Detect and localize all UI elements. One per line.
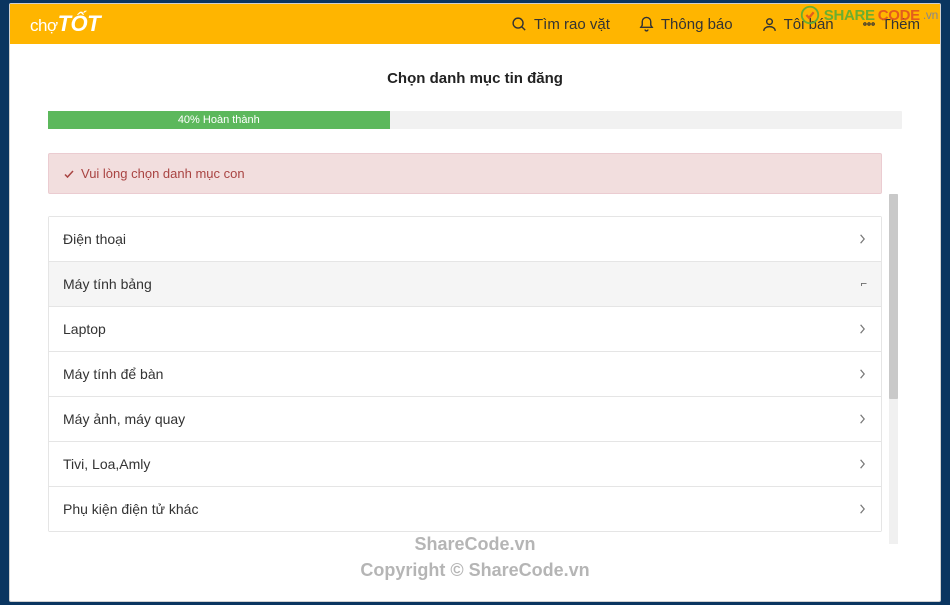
- category-row[interactable]: Điện thoại: [49, 217, 881, 262]
- nav-search[interactable]: Tìm rao vặt: [511, 16, 610, 33]
- app-window: chợTỐT Tìm rao vặt Thông báo Tôi bán Thê…: [9, 3, 941, 602]
- logo-part-cho: chợ: [30, 16, 58, 35]
- chevron-right-icon: [859, 503, 867, 515]
- scrollbar-thumb[interactable]: [889, 194, 898, 399]
- scrollbar-track[interactable]: [889, 194, 898, 544]
- alert-text: Vui lòng chọn danh mục con: [81, 166, 245, 181]
- collapse-icon: ⌐: [861, 278, 867, 290]
- category-label: Laptop: [63, 321, 106, 337]
- user-icon: [761, 16, 778, 33]
- nav-search-label: Tìm rao vặt: [534, 16, 610, 33]
- logo-part-tot: TỐT: [58, 11, 101, 36]
- progress-track: 40% Hoàn thành: [48, 111, 902, 129]
- watermark-code: CODE: [878, 7, 920, 24]
- watermark-share: SHARE: [824, 7, 875, 24]
- category-label: Máy ảnh, máy quay: [63, 411, 185, 427]
- chevron-right-icon: [859, 458, 867, 470]
- chevron-right-icon: [859, 413, 867, 425]
- alert-warning: Vui lòng chọn danh mục con: [48, 153, 882, 194]
- category-row[interactable]: Laptop: [49, 307, 881, 352]
- chevron-right-icon: [859, 368, 867, 380]
- chevron-right-icon: [859, 323, 867, 335]
- category-label: Máy tính bảng: [63, 276, 152, 292]
- sharecode-logo-icon: [799, 4, 821, 26]
- category-row[interactable]: Phụ kiện điện tử khác: [49, 487, 881, 532]
- bell-icon: [638, 16, 655, 33]
- category-row[interactable]: Máy tính bảng ⌐: [49, 262, 881, 307]
- main-content: Chọn danh mục tin đăng 40% Hoàn thành Vu…: [10, 44, 940, 601]
- category-list: Điện thoại Máy tính bảng ⌐ Laptop Máy tính đ…: [48, 216, 882, 532]
- category-label: Phụ kiện điện tử khác: [63, 501, 198, 517]
- check-icon: [63, 168, 75, 180]
- page-title: Chọn danh mục tin đăng: [48, 58, 902, 111]
- category-row[interactable]: Tivi, Loa,Amly: [49, 442, 881, 487]
- watermark-vn: .vn: [923, 8, 938, 22]
- chevron-right-icon: [859, 233, 867, 245]
- category-label: Máy tính để bàn: [63, 366, 163, 382]
- progress-bar: 40% Hoàn thành: [48, 111, 390, 129]
- progress-label: 40% Hoàn thành: [178, 114, 260, 126]
- watermark-badge: SHARECODE.vn: [799, 4, 938, 26]
- nav-notify-label: Thông báo: [661, 16, 733, 33]
- site-logo[interactable]: chợTỐT: [30, 11, 100, 37]
- category-label: Điện thoại: [63, 231, 126, 247]
- category-label: Tivi, Loa,Amly: [63, 456, 150, 472]
- category-row[interactable]: Máy ảnh, máy quay: [49, 397, 881, 442]
- search-icon: [511, 16, 528, 33]
- category-row[interactable]: Máy tính để bàn: [49, 352, 881, 397]
- nav-notifications[interactable]: Thông báo: [638, 16, 733, 33]
